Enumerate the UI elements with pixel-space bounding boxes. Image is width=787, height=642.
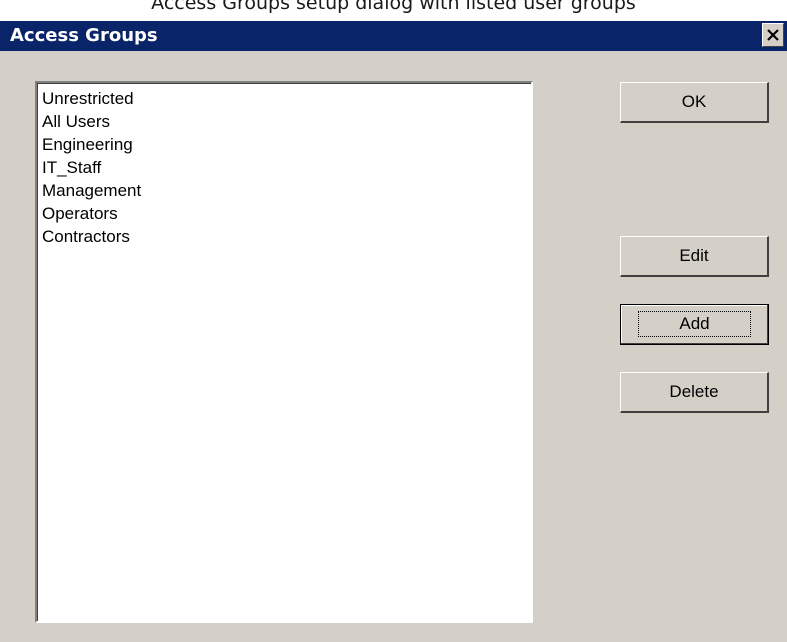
groups-listbox[interactable]: Unrestricted All Users Engineering IT_Staff… <box>35 81 533 623</box>
caption-text: Access Groups setup dialog with listed u… <box>151 0 636 14</box>
groups-list: Unrestricted All Users Engineering IT_Staff… <box>37 83 531 248</box>
title-bar[interactable]: Access Groups <box>0 21 787 51</box>
list-item[interactable]: All Users <box>42 110 531 133</box>
list-item[interactable]: Engineering <box>42 133 531 156</box>
ok-button[interactable]: OK <box>620 82 769 123</box>
close-x-icon <box>767 29 779 41</box>
list-item[interactable]: Unrestricted <box>42 87 531 110</box>
delete-button[interactable]: Delete <box>620 372 769 413</box>
list-item[interactable]: Contractors <box>42 225 531 248</box>
access-groups-dialog: Access Groups Unrestricted All Users Engin… <box>0 21 787 642</box>
list-item[interactable]: IT_Staff <box>42 156 531 179</box>
add-button[interactable]: Add <box>620 304 769 345</box>
edit-button[interactable]: Edit <box>620 236 769 277</box>
close-button[interactable] <box>762 23 784 47</box>
add-button-label: Add <box>638 311 751 337</box>
list-item[interactable]: Management <box>42 179 531 202</box>
image-caption: Access Groups setup dialog with listed u… <box>0 0 787 21</box>
window-title: Access Groups <box>10 25 158 46</box>
list-item[interactable]: Operators <box>42 202 531 225</box>
